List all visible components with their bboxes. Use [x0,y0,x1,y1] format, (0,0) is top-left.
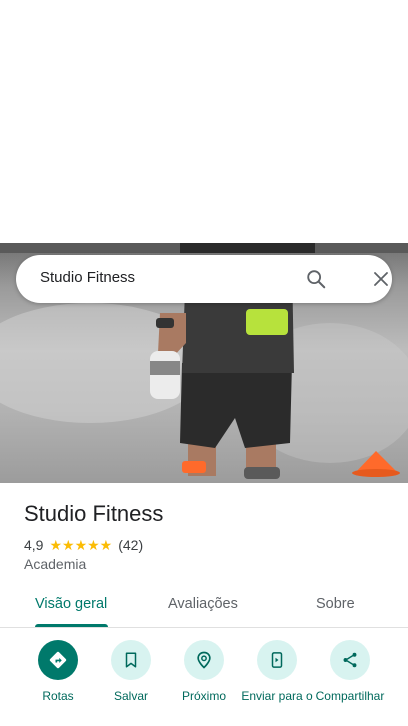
close-icon[interactable] [367,265,395,293]
send-to-phone-label: Enviar para o [241,689,313,703]
directions-label: Rotas [42,689,74,703]
nearby-label: Próximo [181,689,226,703]
tab-overview[interactable]: Visão geral [35,596,107,612]
save-button[interactable]: Salvar [91,640,171,704]
map-blank-area [0,0,408,243]
send-to-phone-button[interactable]: Enviar para o [237,640,317,704]
rating-row[interactable]: 4,9 ★★★★★ (42) [24,536,143,554]
nearby-icon [184,640,224,680]
nearby-button[interactable]: Próximo [164,640,244,704]
action-bar: Rotas Salvar Próximo Enviar para o Compa… [0,640,408,726]
review-count[interactable]: (42) [118,537,143,553]
rating-value: 4,9 [24,537,44,553]
share-label: Compartilhar [315,689,385,703]
tab-reviews[interactable]: Avaliações [168,596,238,612]
directions-icon [38,640,78,680]
save-label: Salvar [113,689,148,703]
share-icon [330,640,370,680]
share-button[interactable]: Compartilhar [310,640,390,704]
directions-button[interactable]: Rotas [18,640,98,704]
search-input[interactable]: Studio Fitness [40,269,135,286]
place-category[interactable]: Academia [24,556,86,572]
tab-bar: Visão geral Avaliações Sobre [0,585,408,628]
tab-indicator [35,624,108,627]
tab-about[interactable]: Sobre [316,596,355,612]
send-to-phone-icon [257,640,297,680]
search-icon[interactable] [302,265,330,293]
star-rating-icon: ★★★★★ [49,536,113,553]
bookmark-icon [111,640,151,680]
place-title: Studio Fitness [24,501,164,526]
search-bar[interactable]: Studio Fitness [16,255,392,303]
